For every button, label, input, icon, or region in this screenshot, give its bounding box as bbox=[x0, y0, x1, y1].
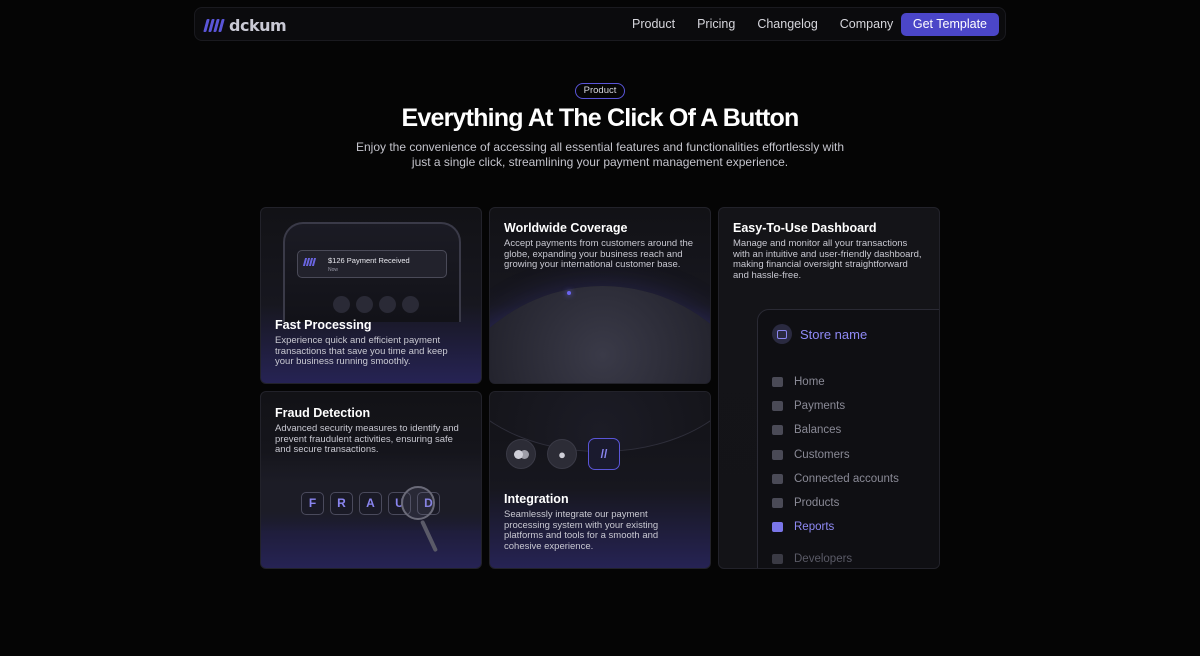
logo-text: dckum bbox=[229, 16, 287, 35]
mastercard-icon bbox=[506, 439, 536, 469]
card-description: Manage and monitor all your transactions… bbox=[733, 238, 922, 281]
menu-item-reports[interactable]: Reports bbox=[772, 515, 899, 539]
customers-icon bbox=[772, 449, 783, 460]
menu-item-home[interactable]: Home bbox=[772, 370, 899, 394]
menu-item-label: Payments bbox=[794, 400, 846, 413]
magnifier-icon bbox=[401, 486, 435, 520]
app-logo-icon: // bbox=[588, 438, 620, 470]
card-title: Easy-To-Use Dashboard bbox=[733, 221, 877, 235]
card-title: Fraud Detection bbox=[275, 406, 371, 420]
card-worldwide-coverage: Worldwide Coverage Accept payments from … bbox=[489, 207, 711, 384]
apple-icon: ● bbox=[547, 439, 577, 469]
dashboard-menu: Home Payments Balances Customers Connect… bbox=[772, 370, 899, 568]
menu-item-connected-accounts[interactable]: Connected accounts bbox=[772, 467, 899, 491]
menu-item-customers[interactable]: Customers bbox=[772, 443, 899, 467]
top-nav: dckum Product Pricing Changelog Company … bbox=[194, 7, 1006, 41]
card-dashboard: Easy-To-Use Dashboard Manage and monitor… bbox=[718, 207, 940, 569]
card-title: Integration bbox=[504, 492, 569, 506]
card-integration: ● // Integration Seamlessly integrate ou… bbox=[489, 391, 711, 569]
notification-title: $126 Payment Received bbox=[328, 256, 410, 265]
nav-link-changelog[interactable]: Changelog bbox=[757, 17, 817, 31]
key-tile: A bbox=[359, 492, 382, 515]
home-icon bbox=[772, 377, 783, 388]
menu-item-label: Home bbox=[794, 376, 825, 389]
menu-item-label: Reports bbox=[794, 521, 835, 534]
nav-links: Product Pricing Changelog Company bbox=[632, 17, 893, 31]
card-title: Fast Processing bbox=[275, 318, 372, 332]
globe-illustration bbox=[490, 286, 710, 383]
card-fraud-detection: Fraud Detection Advanced security measur… bbox=[260, 391, 482, 569]
location-dot-icon bbox=[567, 291, 571, 295]
store-header[interactable]: Store name bbox=[772, 324, 867, 344]
phone-app-dots bbox=[333, 296, 419, 313]
page-title: Everything At The Click Of A Button bbox=[401, 104, 799, 132]
phone-illustration: $126 Payment Received Now bbox=[283, 222, 461, 322]
menu-item-products[interactable]: Products bbox=[772, 491, 899, 515]
card-description: Accept payments from customers around th… bbox=[504, 238, 694, 270]
logo-mark-icon bbox=[203, 19, 225, 32]
globe-icon bbox=[772, 473, 783, 484]
box-icon bbox=[772, 498, 783, 509]
reports-icon bbox=[772, 522, 783, 533]
get-template-button[interactable]: Get Template bbox=[900, 13, 999, 36]
logo[interactable]: dckum bbox=[203, 16, 287, 35]
card-title: Worldwide Coverage bbox=[504, 221, 628, 235]
payments-icon bbox=[772, 401, 783, 412]
section-badge: Product bbox=[575, 83, 625, 99]
key-tile: F bbox=[301, 492, 324, 515]
card-description: Seamlessly integrate our payment process… bbox=[504, 509, 659, 552]
notification-logo-icon bbox=[302, 258, 317, 266]
notification-time: Now bbox=[328, 267, 339, 273]
menu-item-balances[interactable]: Balances bbox=[772, 418, 899, 442]
page-subtitle: Enjoy the convenience of accessing all e… bbox=[355, 140, 845, 169]
nav-link-pricing[interactable]: Pricing bbox=[697, 17, 735, 31]
integration-icons: ● // bbox=[506, 438, 620, 470]
dashboard-panel: Store name Home Payments Balances Custom… bbox=[757, 309, 939, 568]
menu-item-label: Developers bbox=[794, 553, 853, 566]
menu-item-label: Connected accounts bbox=[794, 472, 899, 485]
card-fast-processing: $126 Payment Received Now Fast Processin… bbox=[260, 207, 482, 384]
menu-item-label: Products bbox=[794, 497, 840, 510]
payment-notification: $126 Payment Received Now bbox=[297, 250, 447, 278]
store-icon bbox=[772, 324, 792, 344]
menu-item-label: Customers bbox=[794, 448, 850, 461]
store-name: Store name bbox=[800, 326, 868, 342]
menu-item-label: Balances bbox=[794, 424, 842, 437]
menu-item-developers[interactable]: Developers bbox=[772, 547, 899, 568]
key-tile: R bbox=[330, 492, 353, 515]
nav-link-company[interactable]: Company bbox=[840, 17, 894, 31]
balances-icon bbox=[772, 425, 783, 436]
card-description: Experience quick and efficient payment t… bbox=[275, 335, 448, 367]
developers-icon bbox=[772, 554, 783, 565]
card-description: Advanced security measures to identify a… bbox=[275, 423, 459, 455]
menu-item-payments[interactable]: Payments bbox=[772, 394, 899, 418]
nav-link-product[interactable]: Product bbox=[632, 17, 675, 31]
